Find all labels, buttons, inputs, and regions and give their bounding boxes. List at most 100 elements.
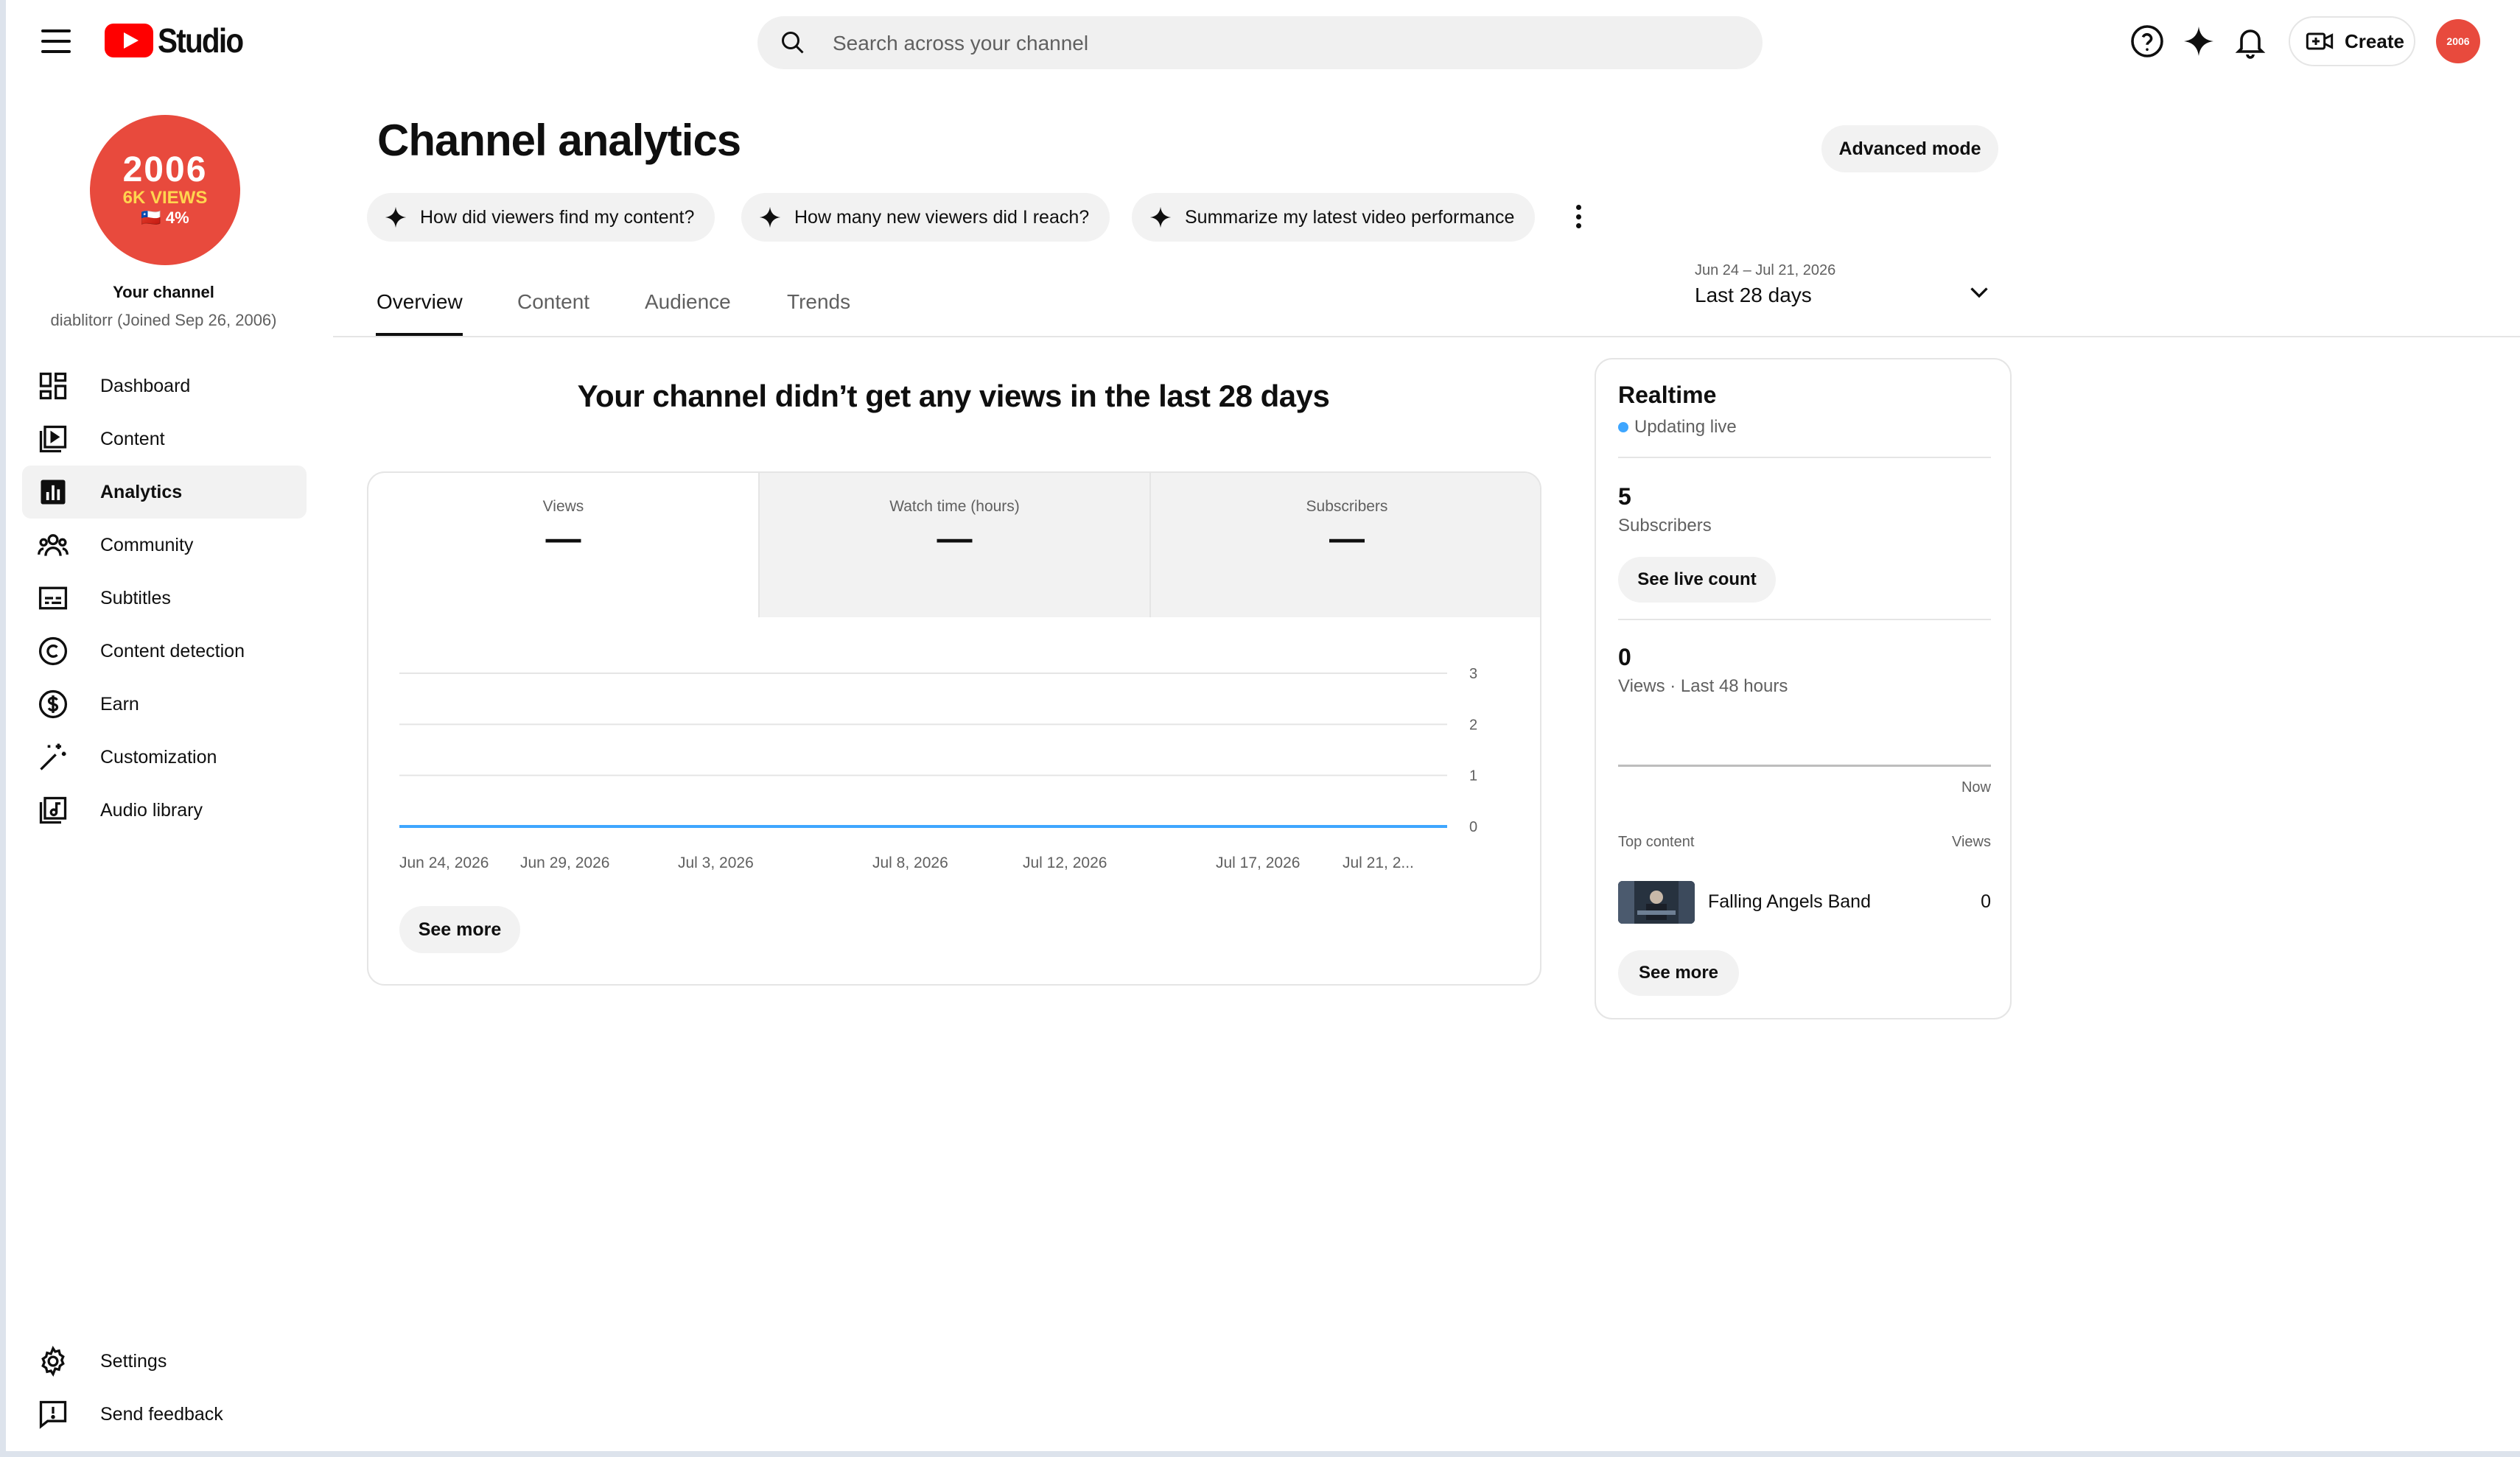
sidebar-item-customization[interactable]: Customization xyxy=(22,731,307,784)
sidebar-bottom-nav: Settings Send feedback xyxy=(22,1335,307,1441)
sidebar-item-send-feedback[interactable]: Send feedback xyxy=(22,1388,307,1441)
tabs-divider xyxy=(333,336,2520,337)
studio-logo[interactable]: Studio xyxy=(105,21,254,60)
x-tick-label: Jul 8, 2026 xyxy=(872,854,948,871)
see-more-button[interactable]: See more xyxy=(399,906,520,953)
sidebar-item-label: Subtitles xyxy=(100,587,171,608)
sidebar-item-label: Customization xyxy=(100,746,217,768)
sidebar-item-subtitles[interactable]: Subtitles xyxy=(22,572,307,625)
tab-content[interactable]: Content xyxy=(517,290,589,314)
youtube-play-icon xyxy=(105,24,153,57)
thumbnail-image xyxy=(1618,881,1695,924)
subscribers-count: 5 xyxy=(1618,483,1631,510)
analytics-icon xyxy=(41,480,66,505)
realtime-status: Updating live xyxy=(1618,417,1737,438)
search-bar[interactable]: Search across your channel xyxy=(757,16,1763,69)
x-tick-label: Jul 21, 2... xyxy=(1343,854,1414,871)
metric-value: — xyxy=(1329,519,1365,558)
account-avatar-text: 2006 xyxy=(2446,35,2470,47)
logo-text: Studio xyxy=(158,21,244,60)
sidebar-item-label: Settings xyxy=(100,1350,167,1372)
top-content-views: 0 xyxy=(1981,891,1991,912)
sidebar-item-label: Dashboard xyxy=(100,375,191,396)
sidebar-item-label: Content xyxy=(100,428,165,449)
notifications-bell-icon[interactable] xyxy=(2233,24,2268,59)
sidebar-item-label: Analytics xyxy=(100,481,183,502)
feedback-icon xyxy=(39,1400,67,1429)
channel-handle: diablitorr (Joined Sep 26, 2006) xyxy=(50,311,277,329)
date-range-dates: Jun 24 – Jul 21, 2026 xyxy=(1695,262,1836,278)
sidebar-item-content-detection[interactable]: Content detection xyxy=(22,625,307,678)
y-tick-label: 2 xyxy=(1469,717,1477,733)
see-more-button[interactable]: See more xyxy=(1618,950,1739,996)
y-tick-label: 1 xyxy=(1469,768,1477,784)
gear-icon xyxy=(41,1346,65,1377)
x-tick-label: Jul 17, 2026 xyxy=(1216,854,1300,871)
sidebar-item-analytics[interactable]: Analytics xyxy=(22,466,307,519)
help-icon[interactable] xyxy=(2129,24,2165,59)
channel-avatar[interactable]: 2006 6K VIEWS 🇨🇱 4% xyxy=(90,115,240,265)
sidebar-item-label: Send feedback xyxy=(100,1403,223,1425)
date-range-picker[interactable]: Jun 24 – Jul 21, 2026 Last 28 days xyxy=(1695,262,1835,307)
tab-trends[interactable]: Trends xyxy=(787,290,850,314)
channel-avatar-year: 2006 xyxy=(122,150,208,189)
metric-label: Watch time (hours) xyxy=(889,498,1020,515)
sparkle-icon xyxy=(385,206,407,228)
realtime-views-chart-baseline xyxy=(1618,765,1991,767)
menu-icon[interactable] xyxy=(38,25,74,57)
more-options-icon[interactable] xyxy=(1571,202,1586,231)
content-icon xyxy=(39,425,67,453)
sparkle-icon xyxy=(759,206,781,228)
top-content-label: Top content xyxy=(1618,834,1695,850)
tab-overview[interactable]: Overview xyxy=(377,290,463,314)
sidebar-item-label: Earn xyxy=(100,693,139,715)
metric-tab-views[interactable]: Views — xyxy=(368,473,760,617)
sidebar-item-dashboard[interactable]: Dashboard xyxy=(22,359,307,412)
advanced-mode-button[interactable]: Advanced mode xyxy=(1821,125,1998,172)
suggestion-chip-find-content[interactable]: How did viewers find my content? xyxy=(367,193,715,242)
create-button[interactable]: Create xyxy=(2289,16,2415,66)
audio-library-icon xyxy=(39,796,67,824)
chevron-down-icon[interactable] xyxy=(1966,278,1992,305)
now-label: Now xyxy=(1961,779,1991,796)
search-input[interactable]: Search across your channel xyxy=(833,32,1088,55)
page-title: Channel analytics xyxy=(377,116,741,165)
sidebar-item-earn[interactable]: Earn xyxy=(22,678,307,731)
live-dot-icon xyxy=(1618,422,1628,432)
sparkle-icon[interactable] xyxy=(2181,24,2216,59)
x-tick-label: Jul 3, 2026 xyxy=(678,854,754,871)
views-column-label: Views xyxy=(1952,834,1991,850)
divider xyxy=(1618,619,1991,620)
realtime-status-text: Updating live xyxy=(1634,417,1737,437)
magic-wand-icon xyxy=(40,743,66,770)
account-avatar[interactable]: 2006 xyxy=(2436,19,2480,63)
realtime-title: Realtime xyxy=(1618,382,1717,408)
chip-label: How did viewers find my content? xyxy=(420,206,695,228)
date-range-label: Last 28 days xyxy=(1695,284,1812,306)
y-tick-label: 0 xyxy=(1469,819,1477,835)
metric-value: — xyxy=(545,519,581,558)
top-content-title[interactable]: Falling Angels Band xyxy=(1708,891,1871,913)
divider xyxy=(1618,457,1991,458)
x-tick-label: Jun 29, 2026 xyxy=(520,854,609,871)
see-live-count-button[interactable]: See live count xyxy=(1618,557,1776,603)
realtime-card: Realtime Updating live 5 Subscribers See… xyxy=(1595,358,2012,1019)
metric-tab-watch-time[interactable]: Watch time (hours) — xyxy=(760,473,1151,617)
views-count: 0 xyxy=(1618,644,1631,670)
sidebar-item-content[interactable]: Content xyxy=(22,412,307,466)
suggestion-chip-new-viewers[interactable]: How many new viewers did I reach? xyxy=(741,193,1110,242)
metric-tab-subscribers[interactable]: Subscribers — xyxy=(1151,473,1540,617)
suggestion-chip-summarize[interactable]: Summarize my latest video performance xyxy=(1132,193,1536,242)
search-icon[interactable] xyxy=(780,29,806,56)
tab-audience[interactable]: Audience xyxy=(645,290,731,314)
sidebar-item-audio-library[interactable]: Audio library xyxy=(22,784,307,837)
sidebar-nav: Dashboard Content Analytics Community Su… xyxy=(22,359,307,837)
sidebar: 2006 6K VIEWS 🇨🇱 4% Your channel diablit… xyxy=(0,82,324,1451)
video-add-icon xyxy=(2306,32,2334,50)
dashboard-icon xyxy=(39,372,67,400)
sidebar-item-community[interactable]: Community xyxy=(22,519,307,572)
sidebar-item-settings[interactable]: Settings xyxy=(22,1335,307,1388)
chip-label: How many new viewers did I reach? xyxy=(794,206,1090,228)
metric-label: Views xyxy=(542,498,584,515)
video-thumbnail[interactable] xyxy=(1618,881,1695,924)
